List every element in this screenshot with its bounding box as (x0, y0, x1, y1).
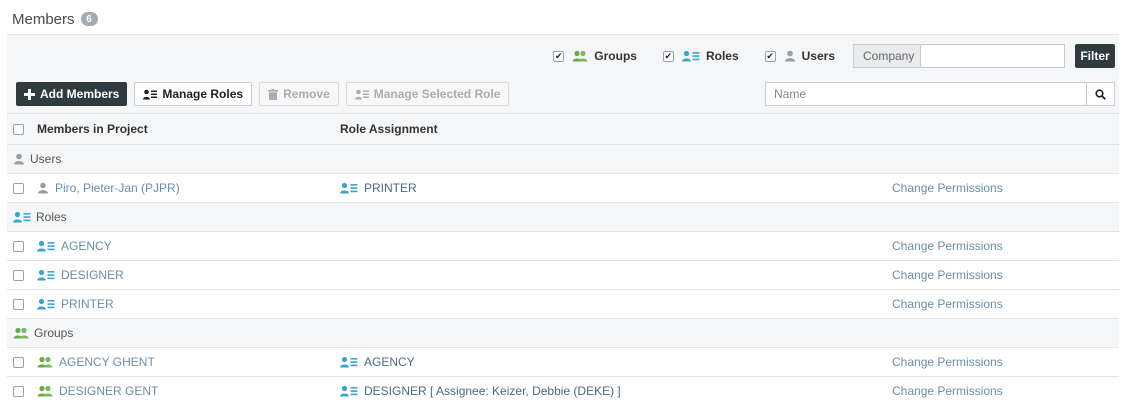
member-cell: Piro, Pieter-Jan (PJPR) (37, 181, 180, 195)
filter-users[interactable]: ✔ Users (764, 49, 835, 63)
section-users-label: Users (13, 152, 61, 166)
role-icon (37, 240, 55, 252)
role-assignment-text: DESIGNER [ Assignee: Keizer, Debbie (DEK… (364, 384, 621, 398)
column-header-members: Members in Project (37, 122, 148, 136)
user-icon (37, 182, 49, 194)
action-row: Add Members Manage Roles Remove Manage S… (16, 82, 516, 106)
remove-label: Remove (283, 87, 330, 101)
section-groups-label: Groups (13, 326, 73, 340)
filter-roles[interactable]: ✔ Roles (662, 49, 739, 63)
groups-checkbox[interactable]: ✔ (553, 50, 565, 62)
roles-checkbox[interactable]: ✔ (662, 50, 674, 62)
column-header-role: Role Assignment (340, 122, 438, 136)
change-permissions-link[interactable]: Change Permissions (892, 268, 1003, 282)
role-icon (354, 89, 369, 100)
table-row: DESIGNER Change Permissions (7, 261, 1119, 290)
row-checkbox[interactable] (13, 240, 24, 252)
page-header: Members 6 (12, 8, 98, 30)
groups-filter-label: Groups (594, 49, 637, 63)
toolbar-panel: ✔ Groups ✔ Roles ✔ Users Company Filter (7, 34, 1119, 114)
change-permissions-link[interactable]: Change Permissions (892, 297, 1003, 311)
change-permissions-link[interactable]: Change Permissions (892, 181, 1003, 195)
select-all-checkbox[interactable] (13, 123, 24, 135)
role-cell: DESIGNER [ Assignee: Keizer, Debbie (DEK… (340, 384, 621, 398)
group-icon (37, 356, 53, 368)
member-cell: DESIGNER GENT (37, 384, 158, 398)
table-header-row: Members in Project Role Assignment (7, 114, 1119, 145)
user-icon (784, 50, 796, 62)
row-checkbox[interactable] (13, 356, 24, 368)
group-icon (13, 327, 29, 339)
member-name-link[interactable]: PRINTER (61, 297, 114, 311)
member-name-link[interactable]: DESIGNER GENT (59, 384, 158, 398)
remove-button[interactable]: Remove (259, 82, 339, 106)
filter-groups[interactable]: ✔ Groups (553, 49, 637, 63)
member-name-link[interactable]: Piro, Pieter-Jan (PJPR) (55, 181, 180, 195)
members-table: Members in Project Role Assignment Users… (7, 114, 1119, 403)
change-permissions-link[interactable]: Change Permissions (892, 239, 1003, 253)
role-icon (340, 356, 358, 368)
role-icon (143, 89, 158, 100)
role-cell: AGENCY (340, 355, 415, 369)
add-members-button[interactable]: Add Members (16, 82, 128, 106)
manage-roles-button[interactable]: Manage Roles (134, 82, 253, 106)
users-filter-label: Users (801, 49, 835, 63)
member-count-badge: 6 (80, 12, 98, 26)
change-permissions-link[interactable]: Change Permissions (892, 355, 1003, 369)
member-name-link[interactable]: AGENCY (61, 239, 112, 253)
role-icon (681, 50, 700, 62)
role-icon (13, 211, 31, 223)
section-roles-label: Roles (13, 210, 67, 224)
plus-icon (24, 88, 35, 100)
search-icon (1095, 88, 1106, 100)
role-icon (37, 269, 55, 281)
member-name-link[interactable]: DESIGNER (61, 268, 124, 282)
users-checkbox[interactable]: ✔ (764, 50, 776, 62)
manage-selected-role-label: Manage Selected Role (373, 87, 501, 101)
change-permissions-link[interactable]: Change Permissions (892, 384, 1003, 398)
role-assignment-text: AGENCY (364, 355, 415, 369)
row-checkbox[interactable] (13, 269, 24, 281)
filter-button[interactable]: Filter (1075, 44, 1115, 68)
row-checkbox[interactable] (13, 298, 24, 310)
member-cell: DESIGNER (37, 268, 124, 282)
table-row: Piro, Pieter-Jan (PJPR) PRINTER Change P… (7, 174, 1119, 203)
role-icon (37, 298, 55, 310)
role-icon (340, 385, 358, 397)
company-input[interactable] (921, 44, 1065, 68)
table-row: AGENCY GHENT AGENCY Change Permissions (7, 348, 1119, 377)
section-groups: Groups (7, 319, 1119, 348)
page-title: Members (12, 10, 75, 28)
search-button[interactable] (1087, 82, 1115, 106)
member-name-link[interactable]: AGENCY GHENT (59, 355, 155, 369)
member-cell: AGENCY GHENT (37, 355, 155, 369)
name-search-input[interactable] (765, 82, 1087, 106)
role-assignment-text: PRINTER (364, 181, 417, 195)
table-row: PRINTER Change Permissions (7, 290, 1119, 319)
company-label: Company (853, 44, 921, 68)
name-search (765, 82, 1115, 106)
row-checkbox[interactable] (13, 385, 24, 397)
row-checkbox[interactable] (13, 182, 24, 194)
table-row: DESIGNER GENT DESIGNER [ Assignee: Keize… (7, 377, 1119, 403)
roles-filter-label: Roles (705, 49, 739, 63)
section-roles: Roles (7, 203, 1119, 232)
filter-row: ✔ Groups ✔ Roles ✔ Users Company Filter (553, 44, 1115, 68)
group-icon (572, 50, 588, 62)
user-icon (13, 153, 25, 165)
role-cell: PRINTER (340, 181, 417, 195)
section-users: Users (7, 145, 1119, 174)
member-cell: PRINTER (37, 297, 114, 311)
manage-roles-label: Manage Roles (162, 87, 244, 101)
add-members-label: Add Members (40, 87, 120, 101)
group-icon (37, 385, 53, 397)
trash-icon (268, 88, 279, 100)
manage-selected-role-button[interactable]: Manage Selected Role (345, 82, 510, 106)
member-cell: AGENCY (37, 239, 112, 253)
role-icon (340, 182, 358, 194)
table-row: AGENCY Change Permissions (7, 232, 1119, 261)
